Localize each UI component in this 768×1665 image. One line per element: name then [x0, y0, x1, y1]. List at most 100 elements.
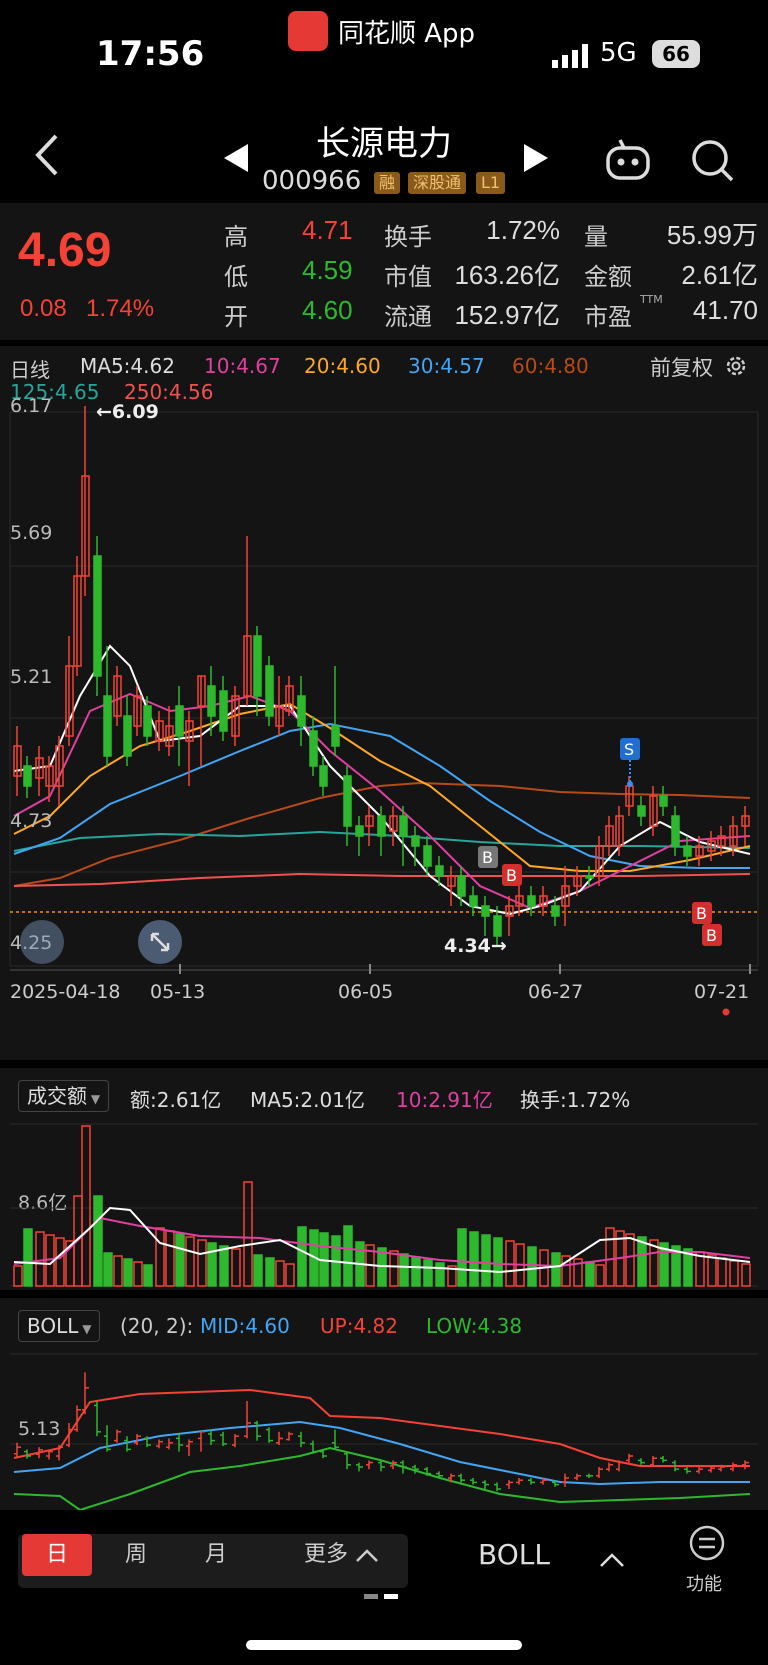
signal-s-marker: S [620, 738, 640, 787]
volume-bar [113, 1255, 123, 1287]
volume-bar [741, 1263, 751, 1287]
boll-panel[interactable]: BOLL ▼ (20, 2): MID:4.60 UP:4.82 LOW:4.3… [0, 1298, 768, 1510]
y-tick-6-17: 6.17 [10, 395, 52, 417]
x-tick-0605: 06-05 [338, 981, 393, 1003]
last-price: 4.69 [18, 224, 112, 277]
candle-body [355, 825, 364, 837]
tab-more-label: 更多 [304, 1542, 349, 1567]
svg-text:S: S [624, 740, 634, 759]
robot-assistant-icon[interactable] [604, 138, 652, 182]
app-logo-icon [288, 11, 328, 51]
candle-body [411, 835, 420, 847]
tab-day[interactable]: 日 [22, 1534, 92, 1576]
volume-bar [35, 1231, 45, 1287]
volume-panel[interactable]: 成交额 ▼ 额:2.61亿 MA5:2.01亿 10:2.91亿 换手:1.72… [0, 1068, 768, 1290]
tab-month[interactable]: 月 [186, 1534, 246, 1576]
volume-bar [175, 1233, 185, 1287]
volume-bars [13, 1125, 751, 1287]
candle-body [219, 690, 228, 732]
kline-panel[interactable]: 日线 MA5:4.62 10:4.67 20:4.60 30:4.57 60:4… [0, 346, 768, 1060]
candle-body [457, 875, 466, 897]
turnover-value: 1.72% [486, 215, 560, 245]
min-price-label: 4.34→ [444, 935, 507, 957]
kline-chart[interactable]: 6.17 5.69 5.21 4.73 4.25 ←6.09 4.34→ 202… [0, 346, 768, 1060]
volume-bar [399, 1253, 409, 1287]
function-menu-icon[interactable] [688, 1524, 726, 1562]
page-dot-2 [384, 1594, 398, 1599]
candle-body [253, 635, 262, 697]
volume-bar [297, 1226, 307, 1287]
x-tick-0418: 2025-04-18 [10, 981, 120, 1003]
volume-bar [103, 1252, 113, 1287]
candle-body [93, 555, 102, 677]
candle-body [297, 695, 306, 727]
y-tick-5-21: 5.21 [10, 666, 52, 688]
volume-bar [231, 1248, 241, 1287]
x-tick-0513: 05-13 [150, 981, 205, 1003]
signal-icon [552, 44, 588, 68]
tab-more[interactable]: 更多 [304, 1534, 379, 1576]
pe-label: 市盈 [584, 303, 632, 331]
indicator-name[interactable]: BOLL [478, 1538, 550, 1571]
collapse-left-icon[interactable] [20, 920, 64, 964]
volume-bar [457, 1228, 467, 1287]
price-change-pct: 1.74% [86, 295, 155, 322]
boll-chart [10, 1353, 758, 1510]
indicator-chevron-up-icon[interactable] [598, 1550, 626, 1570]
stock-name: 长源电力 [316, 124, 452, 164]
volume-bar [285, 1263, 295, 1287]
turnover-label: 换手 [384, 223, 432, 251]
search-icon[interactable] [690, 138, 736, 184]
app-indicator[interactable]: 同花顺 App [288, 10, 475, 52]
candle-body [469, 895, 478, 907]
stock-header: 长源电力 000966 融 深股通 L1 [0, 110, 768, 202]
float-cap-label: 流通 [384, 303, 432, 331]
volume-bar [265, 1257, 275, 1287]
svg-text:B: B [482, 848, 493, 867]
margin-tag: 融 [374, 172, 401, 194]
max-price-label: ←6.09 [96, 401, 159, 423]
page-dot-1 [364, 1594, 378, 1599]
volume-bar [93, 1195, 103, 1287]
candle-body [659, 795, 668, 807]
signal-b-marker-red-2: B [692, 902, 712, 924]
open-value: 4.60 [302, 295, 353, 325]
candle-body [493, 915, 502, 937]
ma-lines [13, 644, 751, 916]
clock: 17:56 [96, 34, 205, 74]
tab-week[interactable]: 周 [106, 1534, 166, 1576]
volume-bar [717, 1257, 727, 1287]
volume-bar [185, 1236, 195, 1287]
y-tick-5-69: 5.69 [10, 522, 52, 544]
svg-text:B: B [706, 926, 717, 945]
amount-value: 2.61亿 [681, 260, 758, 290]
volume-bar [143, 1264, 153, 1287]
svg-text:B: B [506, 866, 517, 885]
volume-bar [81, 1125, 91, 1287]
status-bar: 17:56 同花顺 App 5G 66 [0, 0, 768, 110]
volume-bar [207, 1242, 217, 1287]
shenzhen-connect-tag: 深股通 [408, 172, 467, 194]
volume-bar [707, 1254, 717, 1287]
next-stock-icon[interactable] [524, 144, 548, 172]
volume-bar [423, 1259, 433, 1287]
volume-bar [605, 1227, 615, 1287]
candle-body [551, 905, 560, 917]
volume-bar [133, 1261, 143, 1287]
function-label[interactable]: 功能 [686, 1570, 722, 1596]
volume-bar [13, 1265, 23, 1287]
volume-bar [435, 1262, 445, 1287]
x-tick-0721: 07-21 [694, 981, 749, 1003]
home-indicator [246, 1640, 522, 1650]
volume-bar [253, 1254, 263, 1287]
candle-body [143, 705, 152, 737]
float-cap-value: 152.97亿 [454, 300, 560, 330]
candle-body [23, 765, 32, 787]
app-name: 同花顺 App [338, 18, 476, 49]
fullscreen-icon[interactable] [138, 920, 182, 964]
high-label: 高 [224, 223, 248, 251]
market-cap-label: 市值 [384, 263, 432, 291]
volume-bar [551, 1252, 561, 1287]
prev-stock-icon[interactable] [224, 144, 248, 172]
candle-body [435, 865, 444, 877]
